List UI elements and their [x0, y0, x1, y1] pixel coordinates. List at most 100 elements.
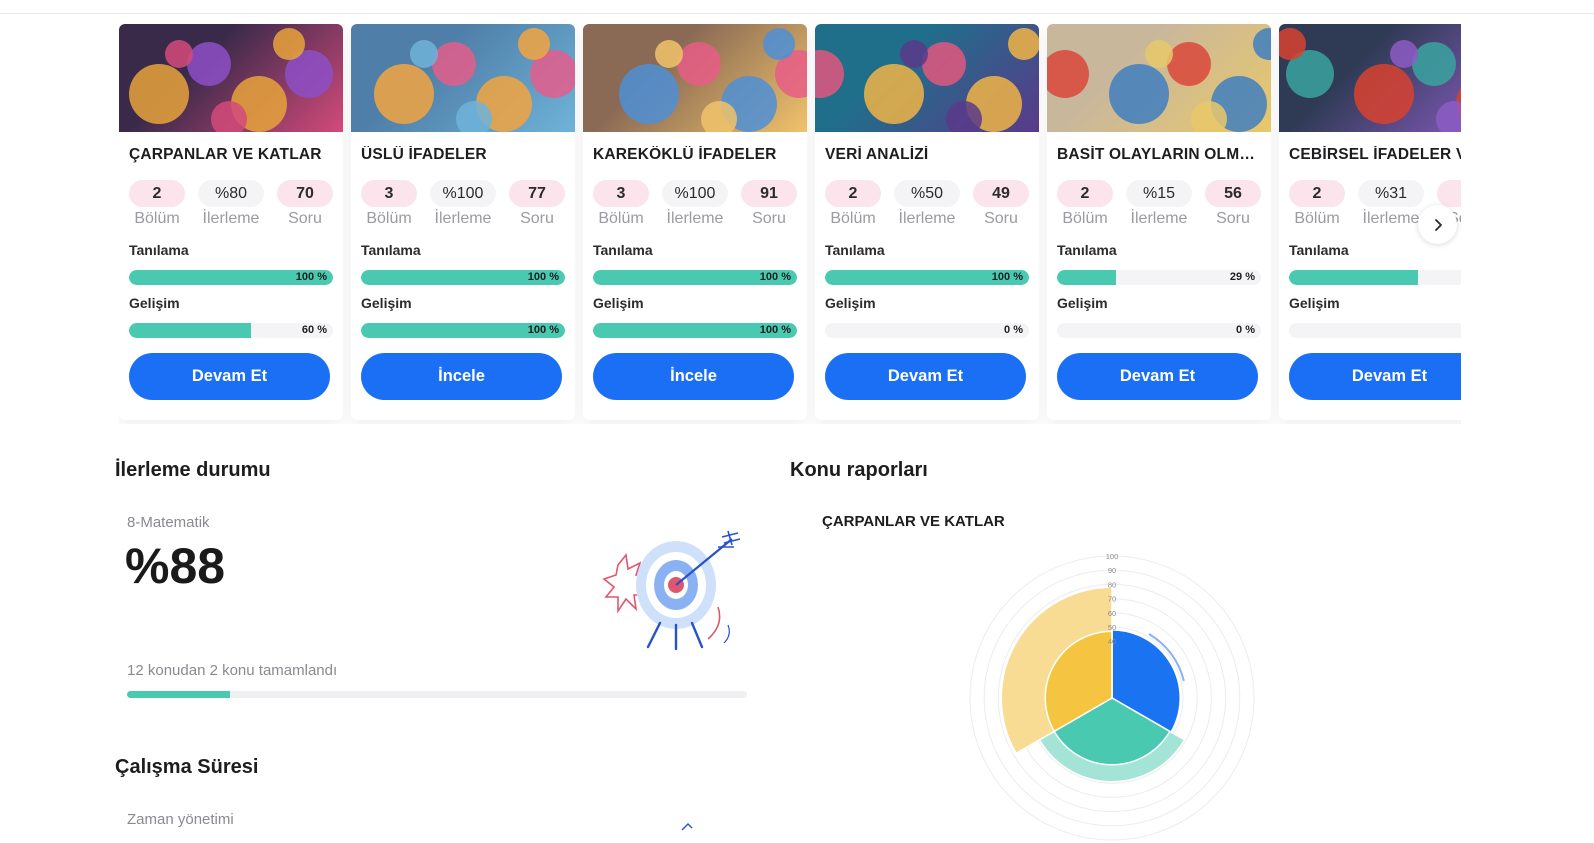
illustration-shape: [273, 28, 305, 60]
continue-button[interactable]: Devam Et: [1289, 353, 1461, 400]
chapter-count-label: Bölüm: [598, 210, 644, 227]
chapter-count-stat: 3 Bölüm: [593, 180, 649, 228]
topic-card-title: BASİT OLAYLARIN OLMA OLASILIĞI: [1057, 146, 1261, 163]
topic-card: BASİT OLAYLARIN OLMA OLASILIĞI 2 Bölüm %15 İ…: [1047, 24, 1271, 420]
topic-card-title: KAREKÖKLÜ İFADELER: [593, 146, 777, 163]
chapter-count-label: Bölüm: [830, 210, 876, 227]
topic-card-body: BASİT OLAYLARIN OLMA OLASILIĞI 2 Bölüm %15 İ…: [1047, 132, 1271, 400]
chapter-count-badge: 2: [1057, 180, 1113, 207]
development-label: Gelişim: [825, 295, 876, 311]
diagnosis-bar-fill: [1057, 270, 1117, 285]
topic-carousel: ÇARPANLAR VE KATLAR 2 Bölüm %80 İlerleme 70 So…: [119, 24, 1461, 424]
chapter-count-badge: 2: [1289, 180, 1345, 207]
progress-percent-label: İlerleme: [666, 210, 724, 227]
illustration-shape: [655, 40, 683, 68]
illustration-shape: [619, 64, 679, 124]
diagnosis-bar: 100 %: [825, 270, 1029, 285]
development-label: Gelişim: [361, 295, 412, 311]
topic-card-title: VERİ ANALİZİ: [825, 146, 929, 163]
topic-card-body: KAREKÖKLÜ İFADELER 3 Bölüm %100 İlerleme 91 So…: [583, 132, 807, 400]
chapter-count-stat: 2 Bölüm: [1289, 180, 1345, 228]
question-count-label: Soru: [1216, 210, 1250, 227]
topic-card-illustration: [1047, 28, 1271, 132]
radial-tick-label: 60: [1108, 609, 1116, 618]
question-count-label: Soru: [520, 210, 554, 227]
topic-card-image: [1279, 24, 1461, 132]
topic-card-image: [815, 24, 1039, 132]
progress-percent-label: İlerleme: [898, 210, 956, 227]
topic-card-body: VERİ ANALİZİ 2 Bölüm %50 İlerleme 49 Soru Tanıl…: [815, 132, 1039, 400]
topic-card-image: [119, 24, 343, 132]
review-button[interactable]: İncele: [593, 353, 794, 400]
radial-tick-label: 80: [1108, 580, 1116, 589]
progress-percent-badge: %31: [1358, 180, 1424, 207]
development-bar: 0 %: [825, 323, 1029, 338]
continue-button[interactable]: Devam Et: [1057, 353, 1258, 400]
diagnosis-label: Tanılama: [1057, 242, 1117, 258]
chapter-count-badge: 2: [825, 180, 881, 207]
question-count-badge: 56: [1205, 180, 1261, 207]
topic-card-image: [351, 24, 575, 132]
topic-card: VERİ ANALİZİ 2 Bölüm %50 İlerleme 49 Soru Tanıl…: [815, 24, 1039, 420]
illustration-shape: [1109, 64, 1169, 124]
question-count-stat: 77 Soru: [509, 180, 565, 228]
illustration-shape: [1167, 42, 1211, 86]
radial-tick-label: 50: [1108, 623, 1116, 632]
completed-topics-bar: [127, 691, 747, 698]
topic-card-title: ÇARPANLAR VE KATLAR: [129, 146, 322, 163]
chapter-count-label: Bölüm: [134, 210, 180, 227]
diagnosis-label: Tanılama: [1289, 242, 1349, 258]
diagnosis-label: Tanılama: [361, 242, 421, 258]
development-label: Gelişim: [1289, 295, 1340, 311]
topic-card-body: CEBİRSEL İFADELER VE ÖZDEŞLİKLER 2 Bölüm %3…: [1279, 132, 1461, 400]
topic-card-stats: 2 Bölüm %50 İlerleme 49 Soru: [825, 180, 1029, 228]
progress-percent-label: İlerleme: [202, 210, 260, 227]
illustration-shape: [900, 40, 928, 68]
topic-card-illustration: [1279, 28, 1461, 132]
overall-progress-percent: %88: [125, 538, 226, 594]
topic-polar-chart: 100 90 80 70 60 50 40: [969, 552, 1255, 841]
review-button[interactable]: İncele: [361, 353, 562, 400]
illustration-shape: [1008, 28, 1039, 60]
diagnosis-bar-fill: [1289, 270, 1418, 285]
radial-tick-label: 70: [1108, 595, 1116, 604]
diagnosis-bar: 100 %: [129, 270, 333, 285]
progress-percent-label: İlerleme: [1130, 210, 1188, 227]
progress-percent-label: İlerleme: [434, 210, 492, 227]
chapter-count-stat: 2 Bölüm: [825, 180, 881, 228]
question-count-label: Soru: [984, 210, 1018, 227]
topic-card-body: ÇARPANLAR VE KATLAR 2 Bölüm %80 İlerleme 70 So…: [119, 132, 343, 400]
illustration-shape: [129, 64, 189, 124]
chapter-count-stat: 2 Bölüm: [1057, 180, 1113, 228]
carousel-next-button[interactable]: [1418, 205, 1457, 244]
illustration-shape: [187, 42, 231, 86]
topic-card-illustration: [374, 28, 575, 132]
continue-button[interactable]: Devam Et: [129, 353, 330, 400]
topic-card: ÇARPANLAR VE KATLAR 2 Bölüm %80 İlerleme 70 So…: [119, 24, 343, 420]
illustration-shape: [1145, 40, 1173, 68]
chapter-count-badge: 3: [361, 180, 417, 207]
report-chart-title: ÇARPANLAR VE KATLAR: [822, 513, 1005, 530]
question-count-badge: 6: [1437, 180, 1461, 207]
diagnosis-percent: 100 %: [295, 271, 327, 283]
illustration-shape: [1436, 101, 1461, 132]
radial-tick-label: 40: [1108, 637, 1116, 646]
question-count-stat: 49 Soru: [973, 180, 1029, 228]
study-illustration: [681, 823, 693, 831]
chapter-count-stat: 2 Bölüm: [129, 180, 185, 228]
development-label: Gelişim: [1057, 295, 1108, 311]
illustration-shape: [1390, 40, 1418, 68]
topic-card-illustration: [815, 28, 1039, 132]
question-count-stat: 56 Soru: [1205, 180, 1261, 228]
question-count-badge: 49: [973, 180, 1029, 207]
diagnosis-bar: 100 %: [361, 270, 565, 285]
illustration-shape: [165, 40, 193, 68]
progress-percent-badge: %100: [662, 180, 728, 207]
illustration-shape: [374, 64, 434, 124]
completed-topics-text: 12 konudan 2 konu tamamlandı: [127, 662, 338, 679]
continue-button[interactable]: Devam Et: [825, 353, 1026, 400]
question-count-badge: 70: [277, 180, 333, 207]
radial-tick-label: 90: [1108, 566, 1116, 575]
study-section-subtitle: Zaman yönetimi: [127, 811, 234, 828]
completed-topics-bar-fill: [127, 691, 231, 698]
